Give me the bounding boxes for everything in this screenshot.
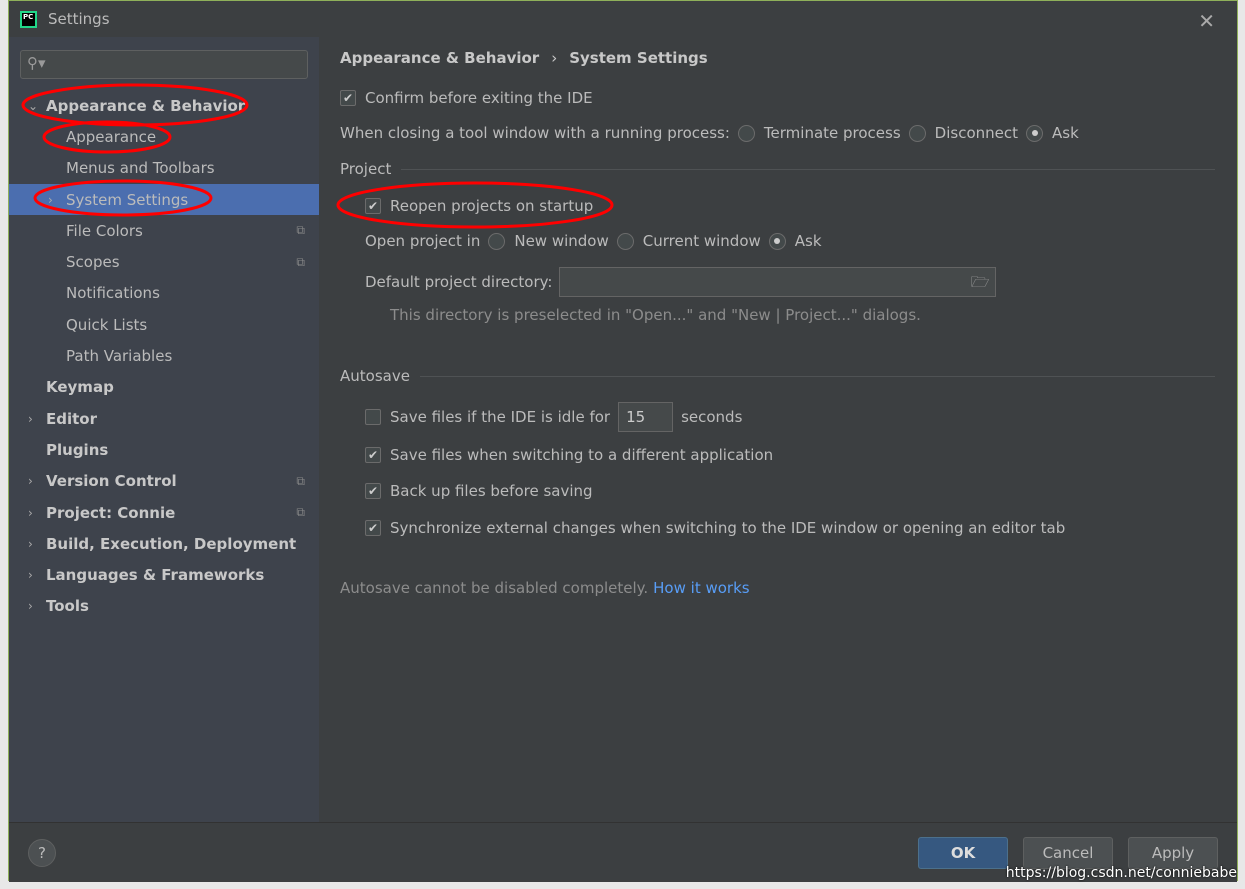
annotation-ellipse [42,120,172,154]
annotation-overlay [21,83,614,229]
watermark: https://blog.csdn.net/conniebabe [1005,865,1237,881]
annotation-ellipse [33,179,213,217]
annotation-ellipse [336,181,614,229]
annotation-ellipse [21,83,249,127]
